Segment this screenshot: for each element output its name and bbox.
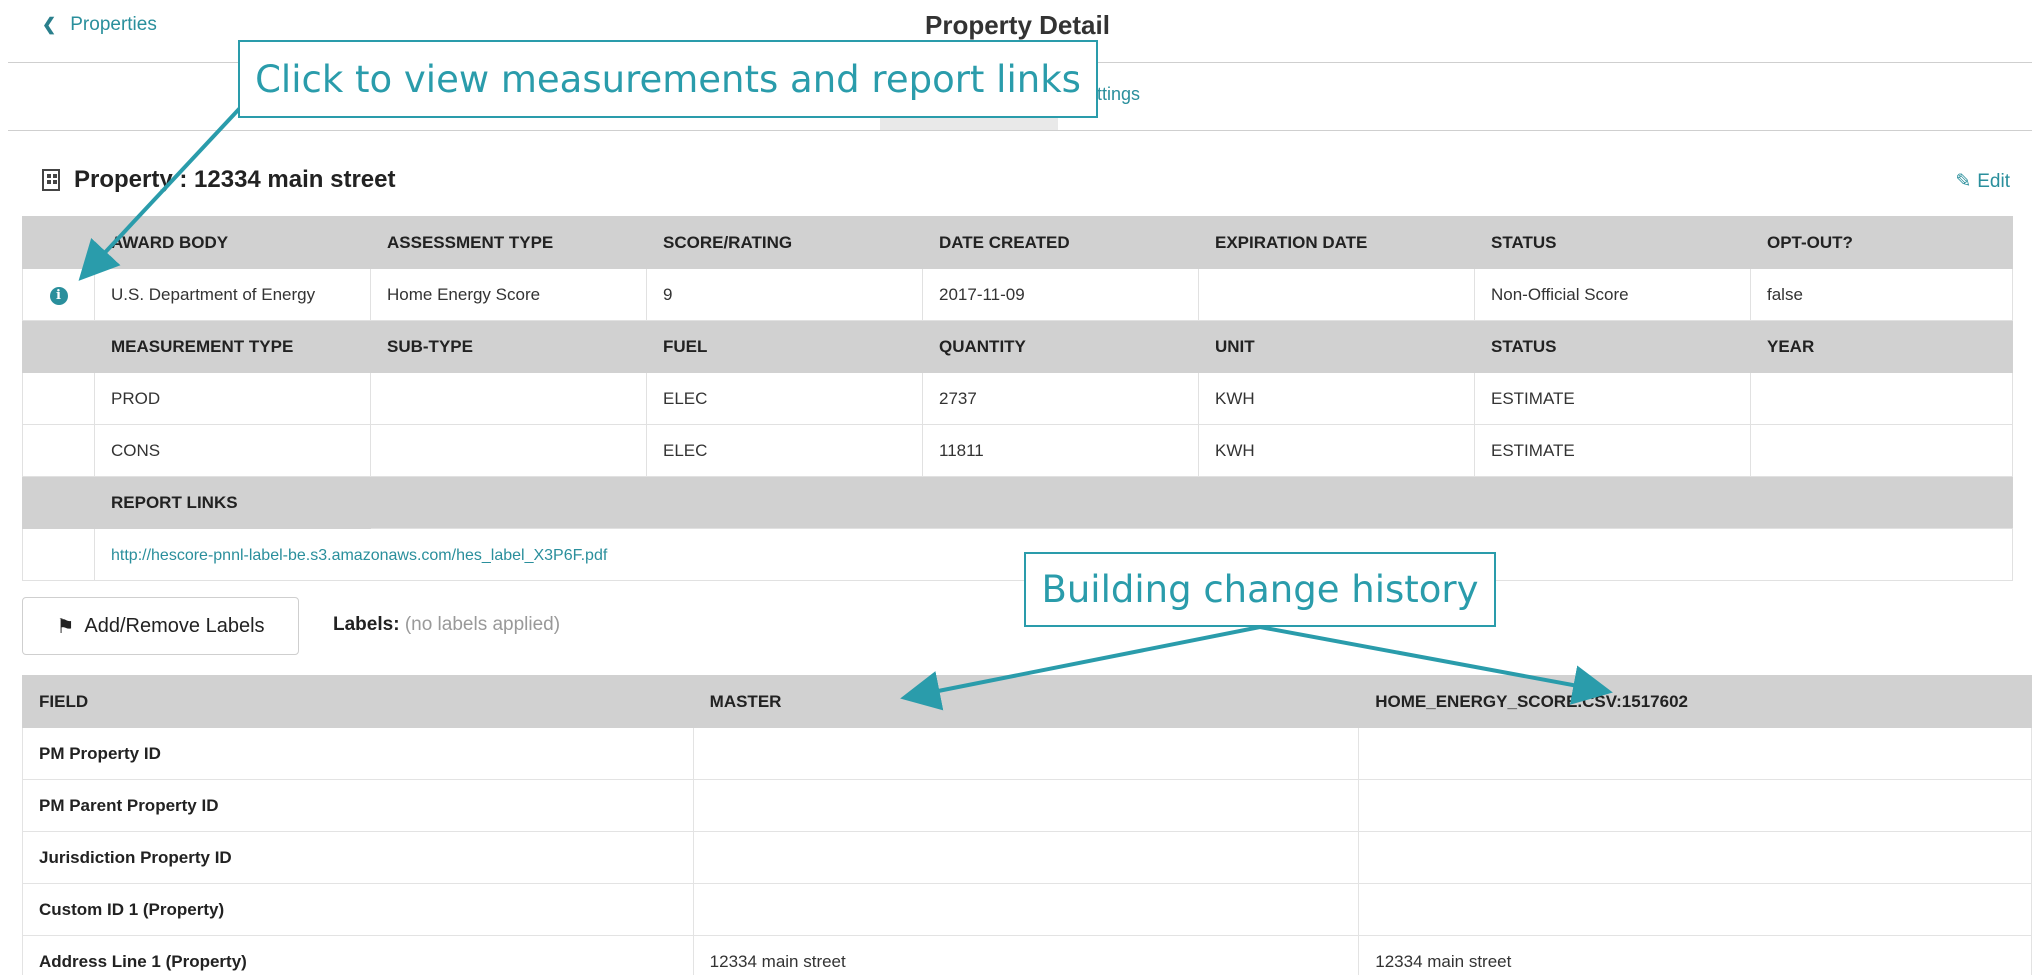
- table-cell: KWH: [1198, 372, 1475, 425]
- table-cell: Home Energy Score: [370, 268, 647, 321]
- history-row: PM Parent Property ID: [22, 779, 2032, 832]
- property-heading: Property : 12334 main street: [42, 166, 395, 194]
- column-header: SUB-TYPE: [370, 320, 647, 373]
- history-header-row: FIELD MASTER HOME_ENERGY_SCORE.CSV:15176…: [22, 675, 2032, 728]
- history-table: FIELD MASTER HOME_ENERGY_SCORE.CSV:15176…: [22, 675, 2032, 975]
- field-name: PM Parent Property ID: [22, 779, 694, 832]
- field-name: Jurisdiction Property ID: [22, 831, 694, 884]
- callout-history: Building change history: [1024, 552, 1496, 627]
- column-header: FUEL: [646, 320, 923, 373]
- table-cell: false: [1750, 268, 2013, 321]
- table-cell: U.S. Department of Energy: [94, 268, 371, 321]
- import-value: [1358, 883, 2032, 936]
- table-cell: [1750, 372, 2013, 425]
- column-header: AWARD BODY: [94, 216, 371, 269]
- property-title: Property : 12334 main street: [74, 166, 396, 193]
- column-header: MEASUREMENT TYPE: [94, 320, 371, 373]
- tabs-divider: [8, 130, 2032, 131]
- info-icon[interactable]: i: [49, 287, 68, 305]
- table-cell: ELEC: [646, 424, 923, 477]
- table-cell: Non-Official Score: [1474, 268, 1751, 321]
- labels-caption: Labels:: [333, 614, 400, 635]
- import-value: [1358, 727, 2032, 780]
- table-cell: 2737: [922, 372, 1199, 425]
- table-cell: ESTIMATE: [1474, 372, 1751, 425]
- master-value: [692, 883, 1360, 936]
- report-links-header-row: REPORT LINKS: [22, 476, 2013, 529]
- column-header: STATUS: [1474, 320, 1751, 373]
- labels-status: Labels: (no labels applied): [333, 614, 560, 636]
- back-link-label: Properties: [70, 14, 157, 35]
- master-value: 12334 main street: [692, 935, 1360, 975]
- back-to-properties-link[interactable]: ❮ Properties: [42, 14, 157, 36]
- master-value: [692, 727, 1360, 780]
- column-header: QUANTITY: [922, 320, 1199, 373]
- column-header: YEAR: [1750, 320, 2013, 373]
- building-icon: [42, 169, 60, 191]
- measurement-row: CONS ELEC 11811 KWH ESTIMATE: [22, 424, 2013, 477]
- column-header: STATUS: [1474, 216, 1751, 269]
- edit-label: Edit: [1977, 170, 2010, 192]
- field-name: PM Property ID: [22, 727, 694, 780]
- callout-measurements: Click to view measurements and report li…: [238, 40, 1098, 118]
- column-header: ASSESSMENT TYPE: [370, 216, 647, 269]
- history-row: Custom ID 1 (Property): [22, 883, 2032, 936]
- field-name: Address Line 1 (Property): [22, 935, 694, 975]
- master-value: [692, 779, 1360, 832]
- tab-settings[interactable]: ttings: [1097, 84, 1140, 105]
- table-cell: 2017-11-09: [922, 268, 1199, 321]
- field-name: Custom ID 1 (Property): [22, 883, 694, 936]
- table-cell: KWH: [1198, 424, 1475, 477]
- table-cell: CONS: [94, 424, 371, 477]
- table-cell: ELEC: [646, 372, 923, 425]
- import-value: 12334 main street: [1358, 935, 2032, 975]
- tag-icon: ⚑: [56, 615, 75, 638]
- labels-value: (no labels applied): [404, 614, 561, 635]
- measurement-row: PROD ELEC 2737 KWH ESTIMATE: [22, 372, 2013, 425]
- column-header: SCORE/RATING: [646, 216, 923, 269]
- report-link-row: http://hescore-pnnl-label-be.s3.amazonaw…: [22, 528, 2013, 581]
- table-cell: ESTIMATE: [1474, 424, 1751, 477]
- page-title: Property Detail: [925, 10, 1110, 40]
- assessment-row: i U.S. Department of Energy Home Energy …: [22, 268, 2013, 321]
- table-cell: PROD: [94, 372, 371, 425]
- history-row: PM Property ID: [22, 727, 2032, 780]
- table-cell: [370, 424, 647, 477]
- assessment-table: AWARD BODY ASSESSMENT TYPE SCORE/RATING …: [22, 216, 2013, 581]
- column-header: MASTER: [692, 675, 1360, 728]
- column-header: EXPIRATION DATE: [1198, 216, 1475, 269]
- report-link[interactable]: http://hescore-pnnl-label-be.s3.amazonaw…: [111, 547, 607, 564]
- table-cell: 9: [646, 268, 923, 321]
- table-cell: [1750, 424, 2013, 477]
- labels-button-label: Add/Remove Labels: [84, 614, 265, 637]
- history-row: Jurisdiction Property ID: [22, 831, 2032, 884]
- assessment-header-row: AWARD BODY ASSESSMENT TYPE SCORE/RATING …: [22, 216, 2013, 269]
- column-header: FIELD: [22, 675, 694, 728]
- column-header: REPORT LINKS: [94, 476, 371, 529]
- measurement-header-row: MEASUREMENT TYPE SUB-TYPE FUEL QUANTITY …: [22, 320, 2013, 373]
- table-cell: [370, 372, 647, 425]
- chevron-left-icon: ❮: [42, 15, 57, 34]
- table-cell: [1198, 268, 1475, 321]
- import-value: [1358, 779, 2032, 832]
- edit-button[interactable]: ✎ Edit: [1955, 170, 2010, 193]
- pencil-icon: ✎: [1955, 171, 1972, 192]
- column-header: OPT-OUT?: [1750, 216, 2013, 269]
- add-remove-labels-button[interactable]: ⚑ Add/Remove Labels: [22, 597, 299, 655]
- import-value: [1358, 831, 2032, 884]
- column-header: DATE CREATED: [922, 216, 1199, 269]
- history-row: Address Line 1 (Property) 12334 main str…: [22, 935, 2032, 975]
- master-value: [692, 831, 1360, 884]
- table-cell: 11811: [922, 424, 1199, 477]
- column-header: HOME_ENERGY_SCORE.CSV:1517602: [1358, 675, 2032, 728]
- column-header: UNIT: [1198, 320, 1475, 373]
